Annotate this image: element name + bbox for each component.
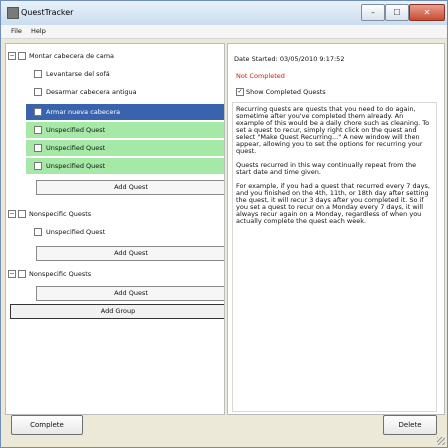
quest-details-pane: Date Started: 03/05/2010 9:17:52 Not Com… [227,43,445,415]
close-button[interactable]: ✕ [409,4,445,21]
add-quest-button[interactable]: Add Quest [36,286,224,301]
quest-label: Unspecified Quest [46,228,106,236]
status-text: Not Completed [236,72,285,80]
quest-item[interactable]: Levantarse del sofá [26,66,224,82]
group-header[interactable]: − Nonspecific Quests [6,206,224,222]
group-label: Montar cabecera de cama [29,52,115,60]
group-label: Nonspecific Quests [29,270,92,278]
complete-button[interactable]: Complete [11,415,83,435]
quest-label: Unspecified Quest [46,162,106,170]
quest-label: Armar nueva cabecera [46,108,121,116]
add-quest-button[interactable]: Add Quest [36,246,224,261]
add-group-button[interactable]: Add Group [10,304,224,319]
quest-label: Levantarse del sofá [46,70,110,78]
add-quest-button[interactable]: Add Quest [36,180,224,195]
menu-file[interactable]: File [11,27,22,35]
group-header[interactable]: − Montar cabecera de cama [6,48,224,64]
window-title: QuestTracker [21,8,74,17]
date-started: Date Started: 03/05/2010 9:17:52 [234,55,345,63]
group-label: Nonspecific Quests [29,210,92,218]
quest-item[interactable]: Unspecified Quest [26,140,224,156]
collapse-toggle-icon[interactable]: − [8,210,16,218]
quest-description[interactable]: Recurring quests are quests that you nee… [232,102,437,412]
menu-help[interactable]: Help [31,27,46,35]
show-completed-checkbox[interactable]: ✓ [236,88,244,96]
collapse-toggle-icon[interactable]: − [8,52,16,60]
app-window: QuestTracker – ☐ ✕ File Help − Montar ca… [0,0,448,448]
quest-checkbox[interactable] [34,162,42,170]
collapse-toggle-icon[interactable]: − [8,270,16,278]
resize-grip-icon[interactable] [437,437,445,445]
quest-checkbox[interactable] [34,88,42,96]
quest-item[interactable]: Desarmar cabecera antigua [26,84,224,100]
quest-label: Unspecified Quest [46,126,106,134]
group-checkbox[interactable] [18,270,26,278]
quest-item[interactable]: Unspecified Quest [26,122,224,138]
title-bar[interactable]: QuestTracker – ☐ ✕ [1,1,447,26]
quest-checkbox[interactable] [34,144,42,152]
group-checkbox[interactable] [18,52,26,60]
group-checkbox[interactable] [18,210,26,218]
maximize-button[interactable]: ☐ [385,4,409,21]
quest-label: Unspecified Quest [46,144,106,152]
quest-list-pane[interactable]: − Montar cabecera de cama Levantarse del… [5,43,225,415]
quest-checkbox[interactable] [34,108,42,116]
minimize-button[interactable]: – [361,4,385,21]
quest-item[interactable]: Unspecified Quest [26,158,224,174]
show-completed-label[interactable]: Show Completed Quests [246,88,326,96]
quest-item-selected[interactable]: Armar nueva cabecera [26,104,224,120]
quest-label: Desarmar cabecera antigua [46,88,137,96]
quest-item[interactable]: Unspecified Quest [26,224,224,240]
quest-checkbox[interactable] [34,126,42,134]
quest-checkbox[interactable] [34,228,42,236]
menu-bar: File Help [1,25,447,39]
delete-button[interactable]: Delete [383,415,437,435]
group-header[interactable]: − Nonspecific Quests [6,266,224,282]
quest-checkbox[interactable] [34,70,42,78]
app-icon [7,7,19,19]
